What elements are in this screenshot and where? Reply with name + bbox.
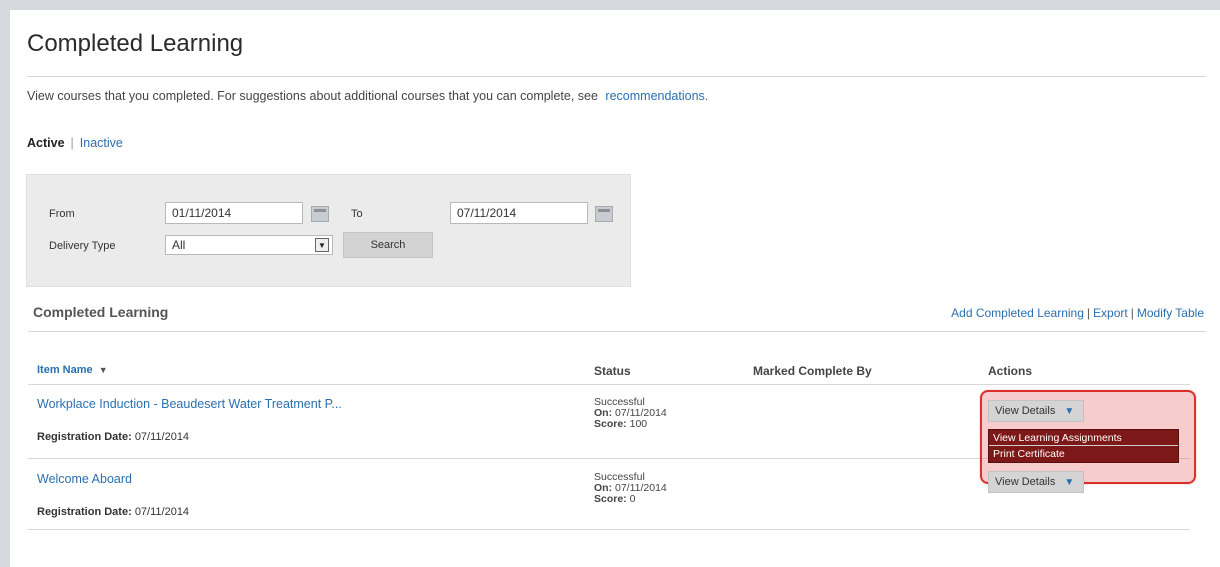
window-frame-left bbox=[0, 0, 10, 567]
sort-down-icon[interactable]: ▼ bbox=[99, 365, 108, 375]
status-cell: Successful On: 07/11/2014 Score: 100 bbox=[594, 397, 667, 430]
to-date-input[interactable] bbox=[450, 202, 588, 224]
status-score: Score: 0 bbox=[594, 494, 667, 505]
column-header-marked-by: Marked Complete By bbox=[753, 364, 872, 378]
title-divider bbox=[27, 76, 1206, 77]
to-calendar-icon[interactable] bbox=[595, 206, 613, 222]
from-date-input[interactable] bbox=[165, 202, 303, 224]
link-separator: | bbox=[1130, 306, 1134, 320]
column-header-item-name[interactable]: Item Name ▼ bbox=[37, 364, 108, 376]
registration-date-value: 07/11/2014 bbox=[134, 506, 190, 518]
tab-active[interactable]: Active bbox=[27, 136, 65, 150]
registration-date: Registration Date: 07/11/2014 bbox=[37, 431, 189, 443]
delivery-type-value: All bbox=[172, 238, 186, 252]
column-header-actions: Actions bbox=[988, 364, 1033, 378]
search-button[interactable]: Search bbox=[343, 232, 433, 258]
menu-item-view-learning-assignments[interactable]: View Learning Assignments bbox=[989, 430, 1178, 446]
tab-separator: | bbox=[70, 136, 74, 150]
intro-description: View courses that you completed. For sug… bbox=[27, 89, 598, 103]
column-header-status: Status bbox=[594, 364, 631, 378]
header-divider bbox=[28, 384, 1190, 385]
score-value: 0 bbox=[629, 493, 636, 505]
delivery-type-select[interactable]: All bbox=[165, 235, 333, 255]
registration-date-label: Registration Date: bbox=[37, 506, 132, 518]
page-title: Completed Learning bbox=[27, 30, 244, 57]
recommendations-link[interactable]: recommendations. bbox=[605, 89, 708, 103]
table-links: Add Completed Learning | Export | Modify Tab… bbox=[951, 306, 1204, 320]
menu-item-print-certificate[interactable]: Print Certificate bbox=[989, 446, 1178, 462]
view-details-label: View Details bbox=[995, 476, 1056, 488]
score-label: Score: bbox=[594, 493, 627, 505]
actions-dropdown-menu: View Learning Assignments Print Certific… bbox=[988, 429, 1179, 463]
from-label: From bbox=[49, 208, 75, 220]
export-link[interactable]: Export bbox=[1093, 306, 1128, 320]
registration-date: Registration Date: 07/11/2014 bbox=[37, 506, 189, 518]
add-completed-learning-link[interactable]: Add Completed Learning bbox=[951, 306, 1084, 320]
delivery-type-label: Delivery Type bbox=[49, 240, 116, 252]
status-cell: Successful On: 07/11/2014 Score: 0 bbox=[594, 472, 667, 505]
chevron-down-icon[interactable]: ▼ bbox=[1061, 473, 1077, 493]
status-tabs: Active | Inactive bbox=[27, 136, 123, 150]
tab-inactive[interactable]: Inactive bbox=[80, 136, 123, 150]
to-label: To bbox=[351, 208, 363, 220]
section-divider bbox=[28, 331, 1206, 332]
item-name-link[interactable]: Welcome Aboard bbox=[37, 472, 132, 486]
view-details-button[interactable]: View Details ▼ bbox=[988, 471, 1085, 493]
modify-table-link[interactable]: Modify Table bbox=[1137, 306, 1204, 320]
registration-date-value: 07/11/2014 bbox=[134, 431, 190, 443]
item-name-header-label: Item Name bbox=[37, 364, 93, 376]
main-content: Completed Learning View courses that you… bbox=[10, 10, 1220, 567]
status-score: Score: 100 bbox=[594, 419, 667, 430]
view-details-button[interactable]: View Details ▼ bbox=[988, 400, 1085, 422]
view-details-label: View Details bbox=[995, 405, 1056, 417]
row-divider bbox=[28, 529, 1190, 530]
window-frame-top bbox=[0, 0, 1220, 10]
from-calendar-icon[interactable] bbox=[311, 206, 329, 222]
chevron-down-icon[interactable]: ▼ bbox=[315, 238, 329, 252]
registration-date-label: Registration Date: bbox=[37, 431, 132, 443]
score-value: 100 bbox=[629, 418, 648, 430]
item-name-link[interactable]: Workplace Induction - Beaudesert Water T… bbox=[37, 397, 342, 411]
section-title: Completed Learning bbox=[33, 304, 169, 320]
filter-panel: From To Delivery Type All ▼ bbox=[26, 174, 631, 287]
intro-text: View courses that you completed. For sug… bbox=[27, 89, 708, 103]
chevron-down-icon[interactable]: ▼ bbox=[1061, 402, 1077, 422]
score-label: Score: bbox=[594, 418, 627, 430]
link-separator: | bbox=[1086, 306, 1091, 320]
